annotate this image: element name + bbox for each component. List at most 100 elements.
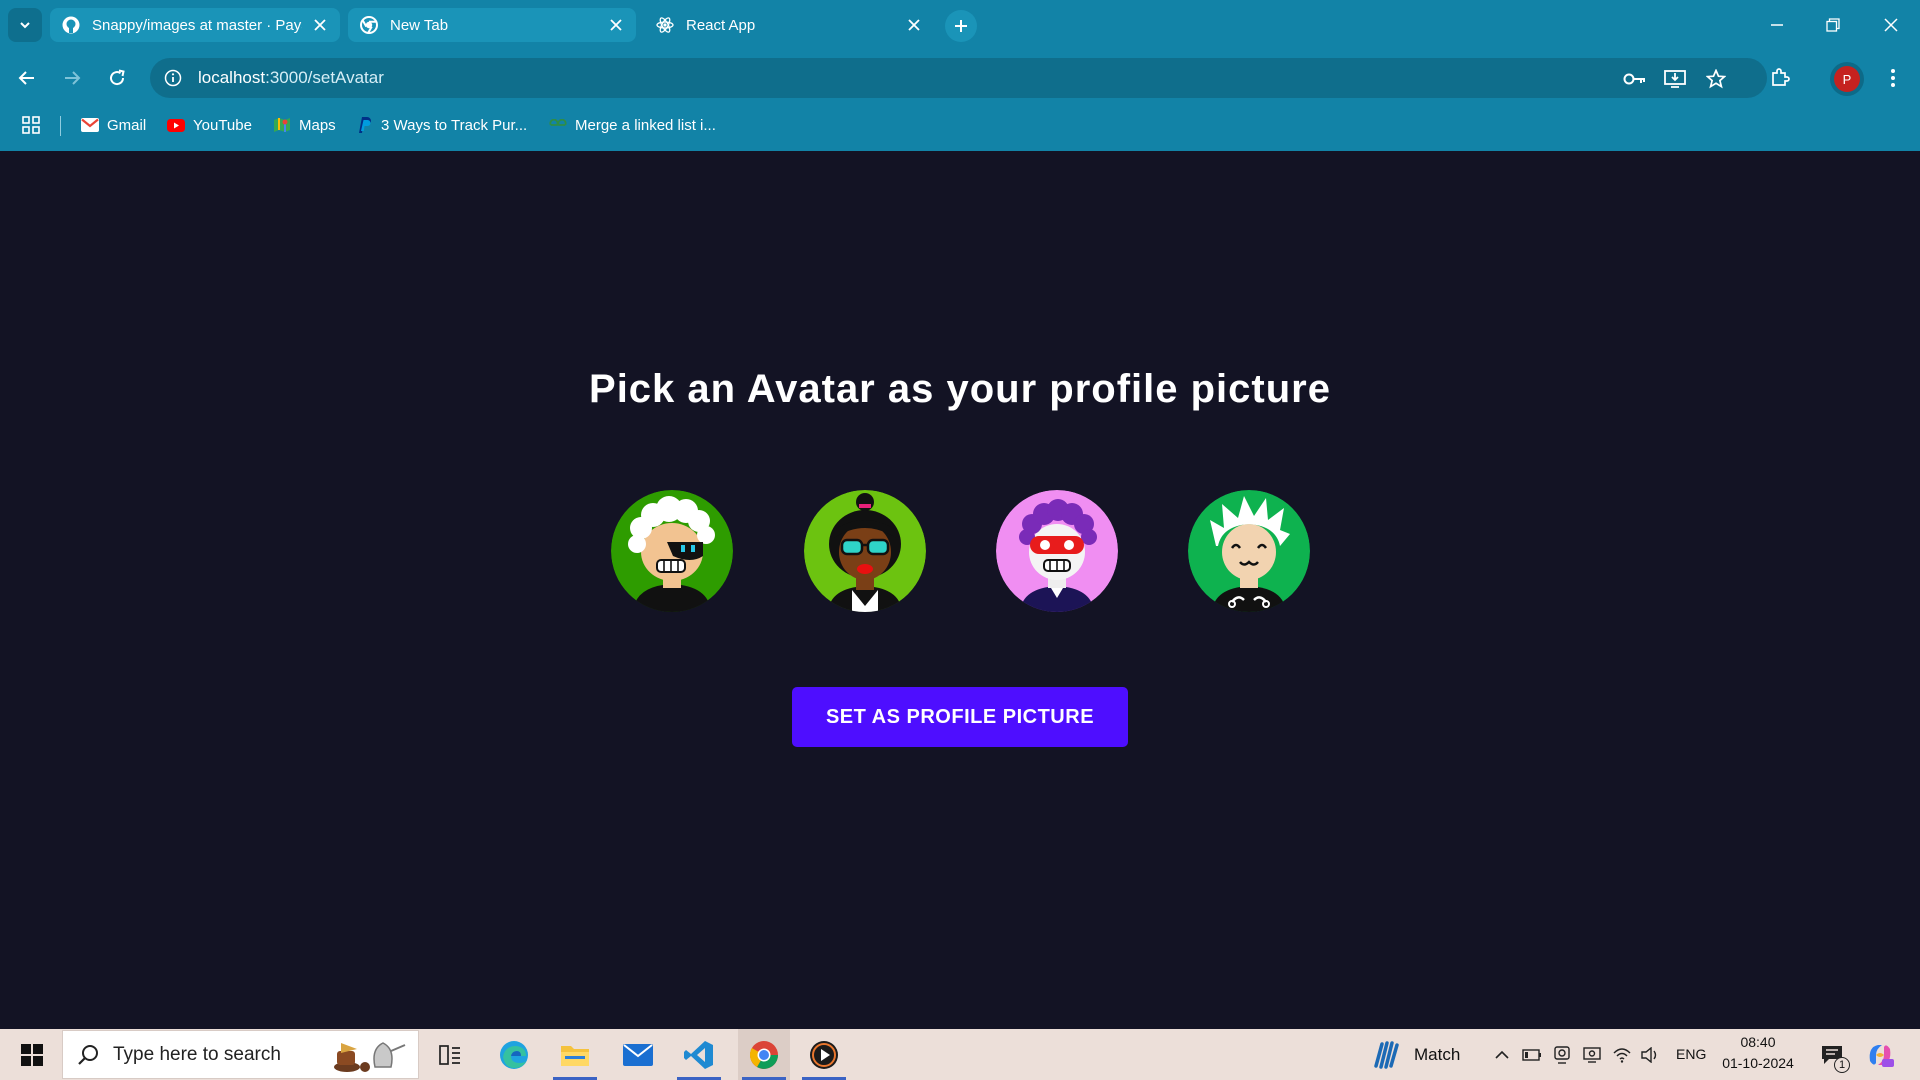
bookmarks-bar: Gmail YouTube Maps 3 Ways to Track Pur..… [0, 108, 1920, 142]
avatar-option-3[interactable] [996, 490, 1118, 612]
bookmark-paypal-article[interactable]: 3 Ways to Track Pur... [355, 113, 527, 137]
battery-icon [1522, 1048, 1541, 1061]
language-indicator[interactable]: ENG [1676, 1046, 1706, 1062]
show-hidden-icons-button[interactable] [1490, 1029, 1514, 1080]
gmail-icon [81, 116, 99, 134]
tab-new-tab[interactable]: New Tab [348, 8, 636, 42]
camera-icon [1554, 1045, 1570, 1064]
chevron-up-icon [1495, 1050, 1509, 1059]
start-button[interactable] [8, 1029, 56, 1080]
profile-avatar-button[interactable]: P [1830, 62, 1864, 96]
bookmark-youtube[interactable]: YouTube [167, 113, 252, 137]
task-view-icon [439, 1044, 460, 1065]
minimize-icon [1771, 24, 1783, 26]
close-window-button[interactable] [1871, 8, 1911, 42]
close-icon[interactable] [310, 15, 330, 35]
back-button[interactable] [9, 60, 45, 96]
new-tab-button[interactable] [945, 10, 977, 42]
search-placeholder: Type here to search [113, 1043, 281, 1065]
set-avatar-page: Pick an Avatar as your profile picture S… [0, 151, 1920, 1029]
close-icon[interactable] [606, 15, 626, 35]
taskbar-edge[interactable] [490, 1029, 538, 1080]
avatar-red-mask [996, 490, 1118, 612]
restore-button[interactable] [1813, 8, 1853, 42]
clock[interactable]: 08:40 01-10-2024 [1712, 1034, 1804, 1071]
search-highlight-illustration-icon [334, 1042, 406, 1072]
set-profile-picture-button[interactable]: SET AS PROFILE PICTURE [792, 687, 1128, 747]
paypal-icon [355, 116, 373, 134]
clock-time: 08:40 [1740, 1034, 1776, 1050]
display-settings-icon [1583, 1046, 1601, 1063]
play-icon [810, 1040, 838, 1069]
tab-search-button[interactable] [8, 8, 42, 42]
tab-github[interactable]: Snappy/images at master · Paya [50, 8, 340, 42]
kebab-menu-icon [1891, 69, 1895, 87]
avatar-white-spiky-hair [1188, 490, 1310, 612]
bookmark-label: YouTube [193, 116, 252, 134]
bookmark-label: 3 Ways to Track Pur... [381, 116, 528, 134]
tab-strip: Snappy/images at master · Paya New Tab R… [0, 0, 1920, 50]
vscode-icon [684, 1040, 713, 1069]
tab-title: React App [686, 16, 756, 34]
cricket-icon [1374, 1040, 1399, 1069]
avatar-option-4[interactable] [1188, 490, 1310, 612]
notifications-button[interactable]: 1 [1816, 1029, 1850, 1080]
clock-date: 01-10-2024 [1722, 1055, 1794, 1071]
plus-icon [955, 20, 967, 32]
weather-widget[interactable]: Match [1372, 1029, 1472, 1080]
browser-toolbar: localhost:3000/setAvatar P [0, 56, 1920, 100]
avatar-option-2[interactable] [804, 490, 926, 612]
url-path: :3000/setAvatar [265, 68, 384, 87]
taskbar-search-box[interactable]: Type here to search [62, 1030, 419, 1079]
extensions-button[interactable] [1762, 60, 1798, 96]
chrome-icon [360, 16, 378, 34]
taskbar-file-explorer[interactable] [551, 1029, 599, 1080]
display-tray-icon[interactable] [1580, 1029, 1604, 1080]
taskbar-mail[interactable] [614, 1029, 662, 1080]
tab-react-app[interactable]: React App [644, 8, 934, 42]
camera-tray-icon[interactable] [1550, 1029, 1574, 1080]
profile-initial: P [1834, 66, 1860, 92]
folder-icon [561, 1045, 589, 1066]
notification-count: 1 [1834, 1057, 1850, 1073]
chrome-menu-button[interactable] [1875, 60, 1911, 96]
bookmark-label: Merge a linked list i... [575, 116, 716, 134]
browser-chrome: Snappy/images at master · Paya New Tab R… [0, 0, 1920, 151]
network-tray-icon[interactable] [1610, 1029, 1634, 1080]
task-view-button[interactable] [430, 1029, 470, 1080]
windows-logo-icon [21, 1043, 43, 1066]
taskbar-chrome[interactable] [738, 1029, 790, 1080]
close-icon[interactable] [904, 15, 924, 35]
youtube-icon [167, 116, 185, 134]
reload-button[interactable] [99, 60, 135, 96]
bookmark-star-icon[interactable] [1704, 67, 1728, 91]
maps-icon [273, 116, 291, 134]
page-title: Pick an Avatar as your profile picture [589, 367, 1331, 411]
apps-button[interactable] [22, 113, 40, 137]
windows-taskbar: Type here to search Match ENG 08:40 01-1… [0, 1029, 1920, 1080]
taskbar-vscode[interactable] [675, 1029, 723, 1080]
bookmark-gmail[interactable]: Gmail [81, 113, 146, 137]
volume-tray-icon[interactable] [1638, 1029, 1662, 1080]
bookmark-label: Maps [299, 116, 336, 134]
mail-icon [623, 1043, 653, 1066]
bookmark-maps[interactable]: Maps [273, 113, 336, 137]
search-icon [78, 1044, 98, 1065]
minimize-button[interactable] [1757, 8, 1797, 42]
address-bar[interactable]: localhost:3000/setAvatar [150, 58, 1767, 98]
chevron-down-icon [20, 22, 30, 29]
github-icon [62, 16, 80, 34]
url-text: localhost:3000/setAvatar [198, 68, 384, 88]
weather-label: Match [1414, 1044, 1461, 1064]
avatar-option-1[interactable] [611, 490, 733, 612]
site-info-icon[interactable] [162, 67, 184, 89]
copilot-button[interactable] [1862, 1029, 1898, 1080]
password-key-icon[interactable] [1623, 67, 1647, 91]
copilot-icon [1869, 1044, 1894, 1067]
forward-button[interactable] [54, 60, 90, 96]
install-app-icon[interactable] [1663, 67, 1687, 91]
taskbar-media-player[interactable] [800, 1029, 848, 1080]
bookmark-gfg-merge[interactable]: Merge a linked list i... [549, 113, 716, 137]
battery-tray-icon[interactable] [1520, 1029, 1544, 1080]
bookmarks-divider [60, 116, 61, 136]
